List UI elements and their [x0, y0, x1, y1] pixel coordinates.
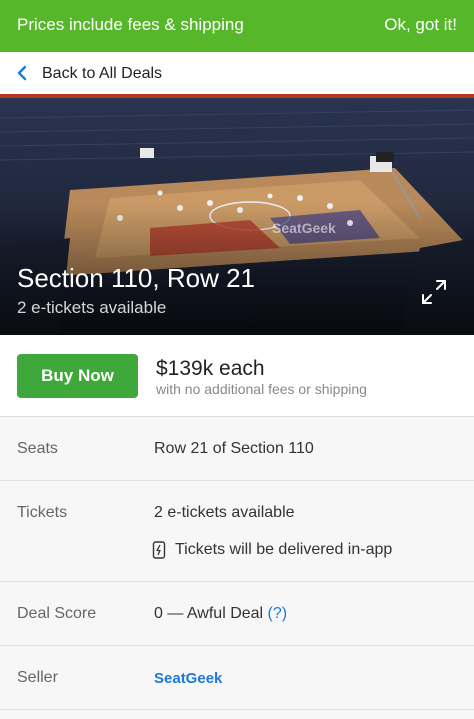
seats-label: Seats — [17, 440, 58, 457]
detail-row-tickets: Tickets 2 e-tickets available — [0, 481, 474, 582]
price-each: $139k each — [156, 357, 265, 380]
seatgeek-watermark: SeatGeek — [272, 220, 336, 236]
mobile-ticket-icon — [152, 541, 166, 559]
detail-row-deal-score: Deal Score 0 — Awful Deal (?) — [0, 582, 474, 646]
back-nav[interactable]: Back to All Deals — [0, 52, 474, 94]
deal-score-value: 0 — Awful Deal — [154, 605, 264, 622]
detail-row-seller: Seller SeatGeek — [0, 646, 474, 710]
deal-score-value-wrap: 0 — Awful Deal (?) — [154, 605, 287, 623]
price-note: with no additional fees or shipping — [156, 381, 367, 397]
expand-icon[interactable] — [420, 278, 448, 306]
venue-image: SeatGeek Section 110, Row 21 2 e-tickets… — [0, 98, 474, 335]
tickets-label: Tickets — [17, 504, 68, 521]
chevron-left-icon — [17, 65, 27, 81]
dismiss-banner-button[interactable]: Ok, got it! — [384, 15, 457, 35]
detail-row-seats: Seats Row 21 of Section 110 — [0, 417, 474, 481]
listing-details: Seats Row 21 of Section 110 Tickets 2 e-… — [0, 417, 474, 719]
seats-value: Row 21 of Section 110 — [154, 440, 314, 457]
seller-logo[interactable]: SeatGeek — [154, 670, 222, 687]
deal-score-help-link[interactable]: (?) — [268, 605, 288, 622]
delivery-note: Tickets will be delivered in-app — [175, 541, 393, 558]
back-to-deals-link[interactable]: Back to All Deals — [42, 65, 162, 83]
seller-label: Seller — [17, 669, 58, 686]
listing-subtitle: 2 e-tickets available — [17, 298, 167, 317]
listing-title: Section 110, Row 21 — [17, 263, 255, 293]
buy-now-button[interactable]: Buy Now — [17, 354, 138, 398]
purchase-bar: Buy Now $139k each with no additional fe… — [0, 335, 474, 417]
banner-message: Prices include fees & shipping — [17, 15, 244, 34]
tickets-value: 2 e-tickets available — [154, 504, 295, 521]
deal-score-label: Deal Score — [17, 605, 97, 622]
fees-banner: Prices include fees & shipping Ok, got i… — [0, 0, 474, 52]
